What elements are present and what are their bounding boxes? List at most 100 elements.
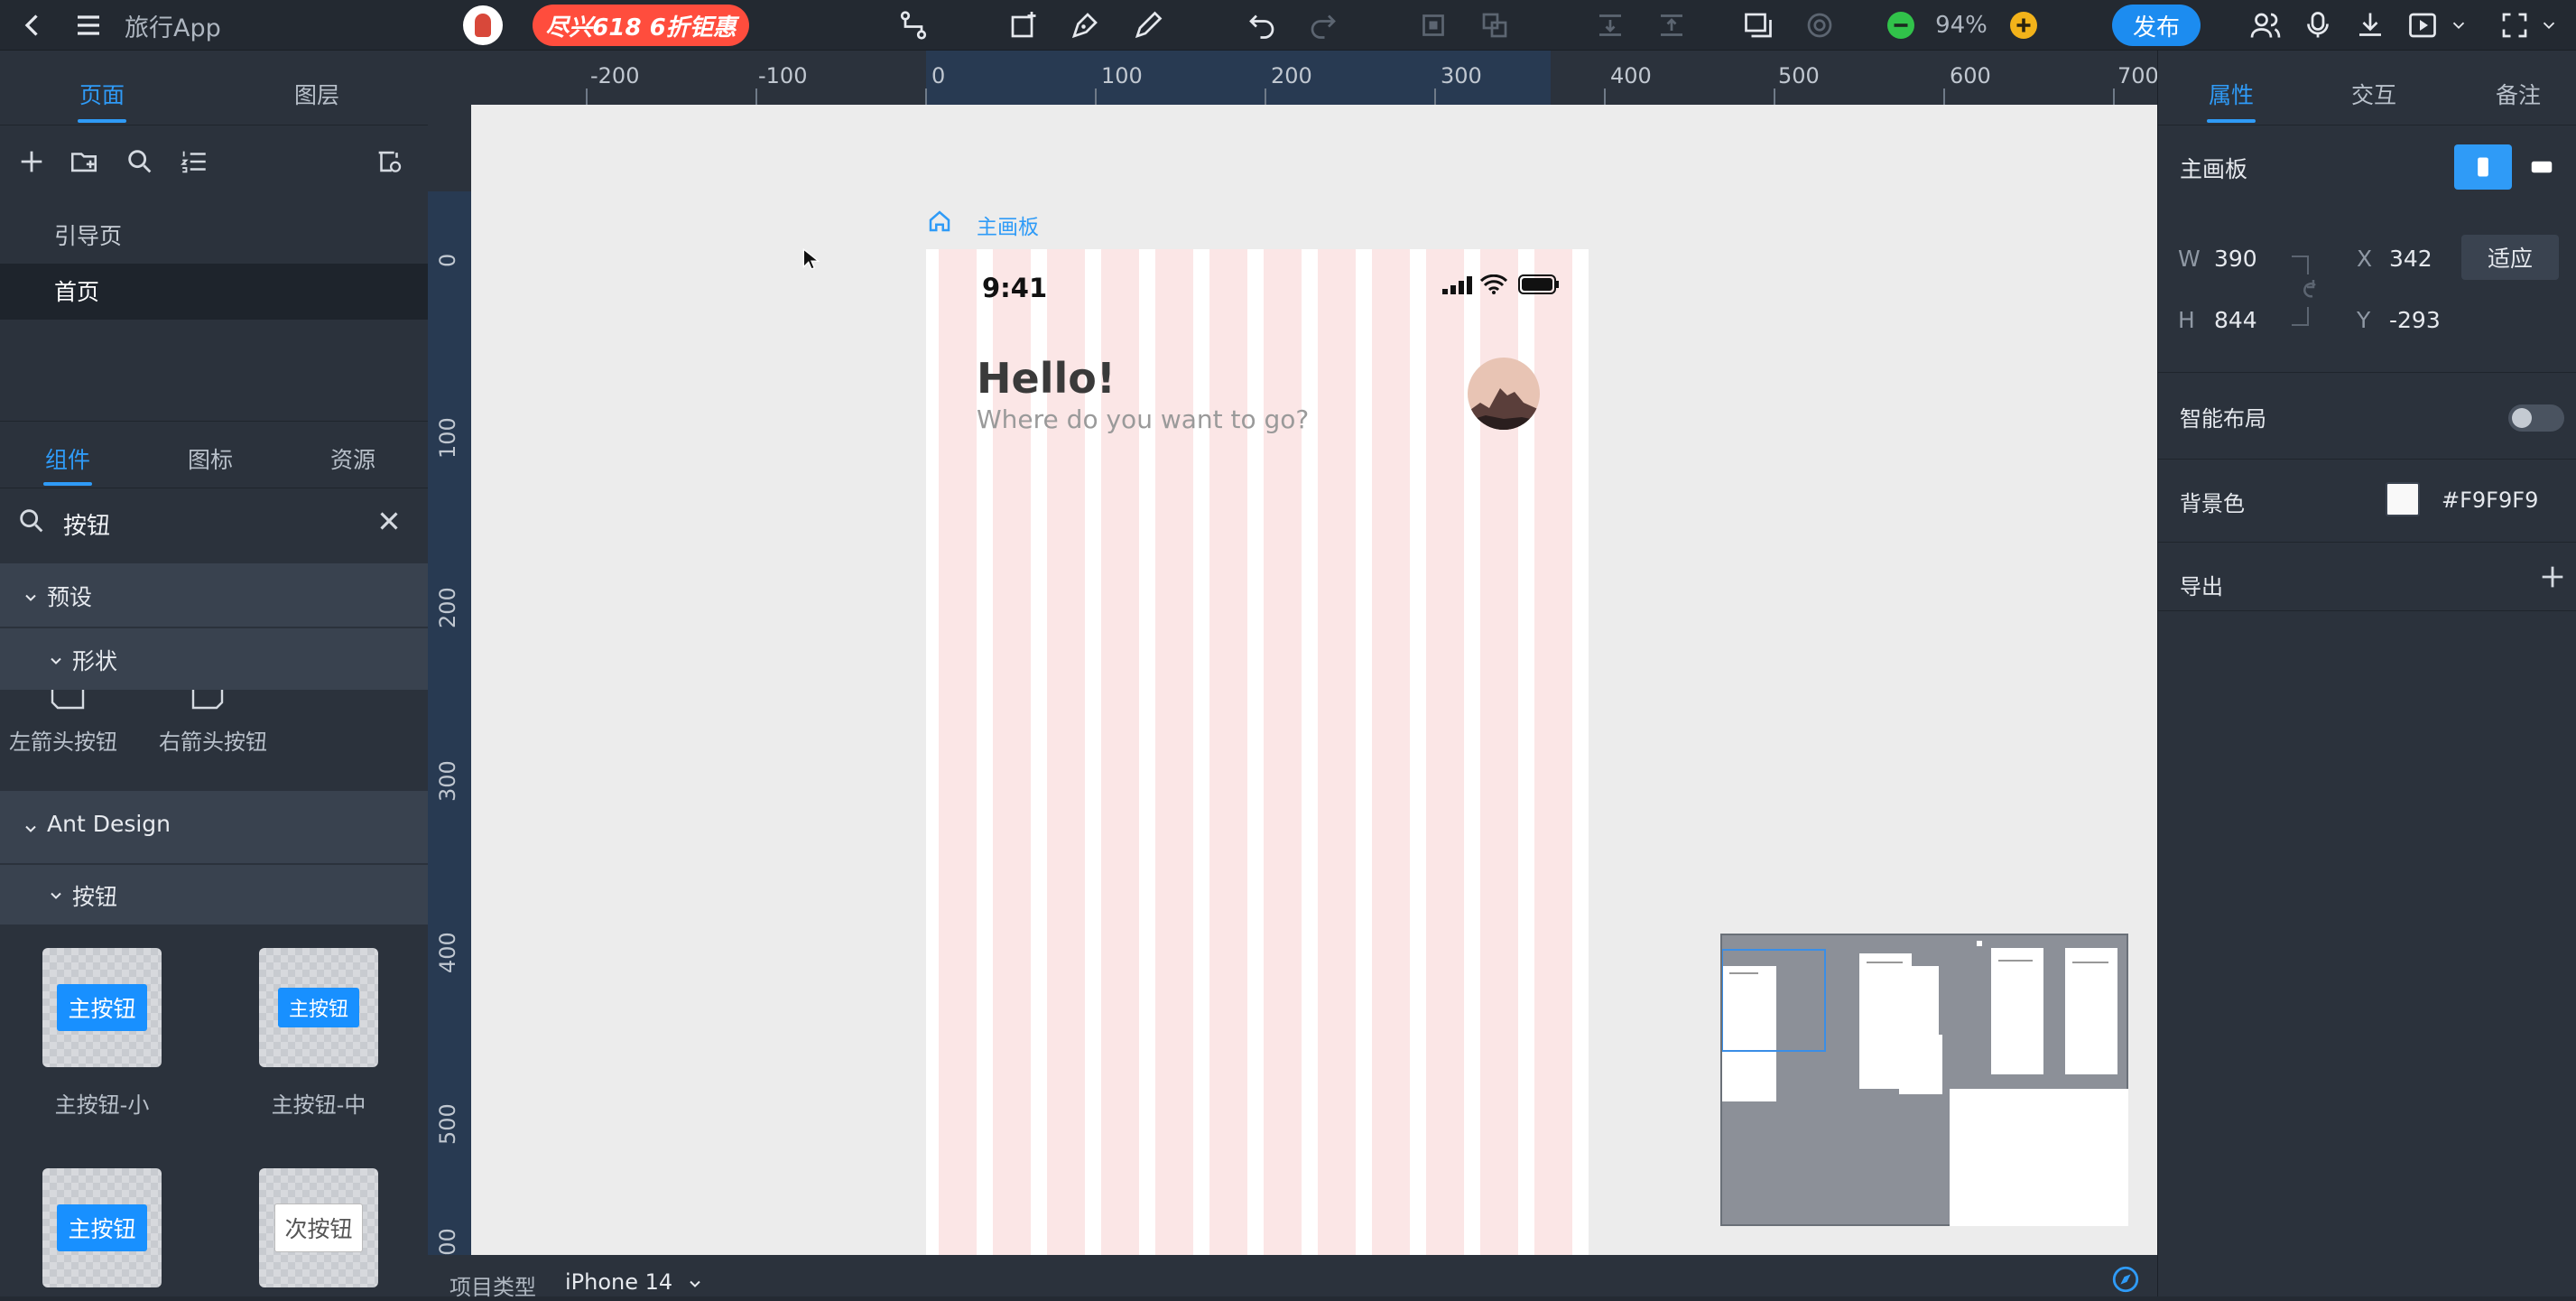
- zoom-level[interactable]: 94%: [1923, 0, 2000, 51]
- height-label: H: [2178, 307, 2195, 333]
- tab-interactions[interactable]: 交互: [2351, 78, 2396, 110]
- zoom-in-icon[interactable]: [2007, 0, 2040, 51]
- x-input[interactable]: 342: [2389, 246, 2432, 272]
- ruler-tick: 100: [1101, 63, 1143, 88]
- numbered-list-icon[interactable]: [179, 146, 209, 177]
- fullscreen-icon[interactable]: [2495, 0, 2534, 51]
- redo-icon[interactable]: [1303, 0, 1343, 51]
- ruler-corner: [428, 51, 471, 105]
- component-primary-small[interactable]: 主按钮: [42, 948, 162, 1067]
- tab-layers[interactable]: 图层: [294, 78, 339, 110]
- mouse-cursor: [800, 246, 823, 273]
- chevron-down-icon[interactable]: [686, 1275, 704, 1293]
- add-export-icon[interactable]: [2537, 562, 2568, 592]
- component-secondary[interactable]: 次按钮: [259, 1168, 378, 1287]
- page-item-selected[interactable]: 首页: [0, 264, 428, 320]
- background-color-swatch[interactable]: [2386, 482, 2420, 516]
- ruler-tick: -200: [590, 63, 640, 88]
- page-item[interactable]: 引导页: [0, 208, 428, 264]
- divider: [2158, 459, 2576, 460]
- vertical-ruler: 0 100 200 300 400 500 600: [428, 105, 471, 1269]
- collaborators-icon[interactable]: [2246, 0, 2285, 51]
- add-page-icon[interactable]: [16, 146, 47, 177]
- greeting-title: Hello!: [977, 354, 1116, 403]
- minimap[interactable]: [1720, 934, 2128, 1226]
- add-folder-icon[interactable]: [69, 146, 99, 177]
- landscape-orientation-button[interactable]: [2519, 144, 2564, 190]
- promo-text: 尽兴618 6折钜惠: [533, 5, 749, 46]
- download-icon[interactable]: [2350, 0, 2390, 51]
- fullscreen-dropdown-icon[interactable]: [2538, 0, 2560, 51]
- shape-item-label[interactable]: 右箭头按钮: [159, 724, 267, 756]
- avatar[interactable]: [462, 0, 504, 51]
- preview-icon[interactable]: [2403, 0, 2442, 51]
- divider: [0, 421, 428, 422]
- pen-icon[interactable]: [1065, 0, 1105, 51]
- tab-notes[interactable]: 备注: [2496, 78, 2541, 110]
- align-bottom-icon[interactable]: [1590, 0, 1630, 51]
- ruler-tick: 300: [435, 760, 460, 802]
- tab-components[interactable]: 组件: [45, 442, 90, 475]
- design-canvas[interactable]: -200 -100 0 100 200 300 400 500 600 700 …: [428, 51, 2159, 1269]
- right-arrow-button-preview[interactable]: [191, 690, 227, 710]
- clear-search-icon[interactable]: [374, 506, 404, 536]
- group-button-label: 按钮: [72, 884, 118, 910]
- menu-icon[interactable]: [69, 0, 108, 51]
- profile-avatar[interactable]: [1468, 358, 1540, 430]
- pencil-icon[interactable]: [1128, 0, 1168, 51]
- primary-button-preview: 主按钮: [57, 1204, 147, 1251]
- shape-item-label[interactable]: 左箭头按钮: [9, 724, 117, 756]
- component-primary-medium[interactable]: 主按钮: [259, 948, 378, 1067]
- artboard-name[interactable]: 主画板: [977, 209, 1039, 240]
- align-top-icon[interactable]: [1652, 0, 1691, 51]
- tab-properties[interactable]: 属性: [2209, 78, 2254, 110]
- bottom-bar: 项目类型 iPhone 14: [428, 1255, 2157, 1300]
- background-color-label: 背景色: [2180, 491, 2245, 516]
- group-preset[interactable]: 预设: [0, 563, 428, 627]
- component-search-field[interactable]: 按钮: [0, 489, 428, 553]
- background-color-input[interactable]: #F9F9F9: [2442, 488, 2538, 513]
- preview-dropdown-icon[interactable]: [2448, 0, 2469, 51]
- portrait-orientation-button[interactable]: [2454, 144, 2512, 190]
- chevron-down-icon: [47, 887, 65, 905]
- smart-layout-toggle[interactable]: [2508, 404, 2564, 432]
- zoom-out-icon[interactable]: [1885, 0, 1917, 51]
- connector-icon[interactable]: [894, 0, 933, 51]
- tab-assets[interactable]: 资源: [330, 442, 375, 475]
- frame-icon[interactable]: [1738, 0, 1778, 51]
- publish-button[interactable]: 发布: [2112, 0, 2201, 51]
- landscape-icon: [2531, 161, 2553, 173]
- height-input[interactable]: 844: [2214, 307, 2257, 333]
- ruler-tick: 300: [1441, 63, 1482, 88]
- width-input[interactable]: 390: [2214, 246, 2257, 272]
- smart-layout-label: 智能布局: [2180, 406, 2266, 432]
- ungroup-icon[interactable]: [1475, 0, 1515, 51]
- settings-icon[interactable]: [1800, 0, 1839, 51]
- home-icon[interactable]: [926, 208, 953, 235]
- page-settings-icon[interactable]: [374, 146, 404, 177]
- left-arrow-button-preview[interactable]: [51, 690, 87, 710]
- compass-icon[interactable]: [2110, 1264, 2141, 1295]
- greeting-subtitle: Where do you want to go?: [977, 404, 1310, 434]
- fit-button[interactable]: 适应: [2461, 235, 2559, 280]
- ruler-tick: 700: [2117, 63, 2159, 88]
- top-toolbar: 旅行App 尽兴618 6折钜惠 94% 发布: [0, 0, 2576, 51]
- back-icon[interactable]: [14, 0, 51, 51]
- device-select[interactable]: iPhone 14: [565, 1269, 672, 1295]
- group-icon[interactable]: [1413, 0, 1453, 51]
- group-ant-design[interactable]: Ant Design: [0, 791, 428, 863]
- search-page-icon[interactable]: [125, 146, 155, 177]
- artboard[interactable]: 9:41 Hello! Where do you want to go?: [926, 249, 1589, 1255]
- tab-pages[interactable]: 页面: [79, 78, 125, 110]
- promo-banner[interactable]: 尽兴618 6折钜惠: [533, 0, 749, 51]
- microphone-icon[interactable]: [2298, 0, 2338, 51]
- lock-ratio-icon[interactable]: [2292, 255, 2328, 327]
- add-frame-icon[interactable]: [1004, 0, 1043, 51]
- battery-icon: [1518, 274, 1560, 294]
- y-input[interactable]: -293: [2389, 307, 2441, 333]
- undo-icon[interactable]: [1242, 0, 1282, 51]
- group-shape-label: 形状: [72, 648, 118, 674]
- tab-icons[interactable]: 图标: [188, 442, 233, 475]
- component-primary-large[interactable]: 主按钮: [42, 1168, 162, 1287]
- search-input[interactable]: 按钮: [63, 507, 110, 541]
